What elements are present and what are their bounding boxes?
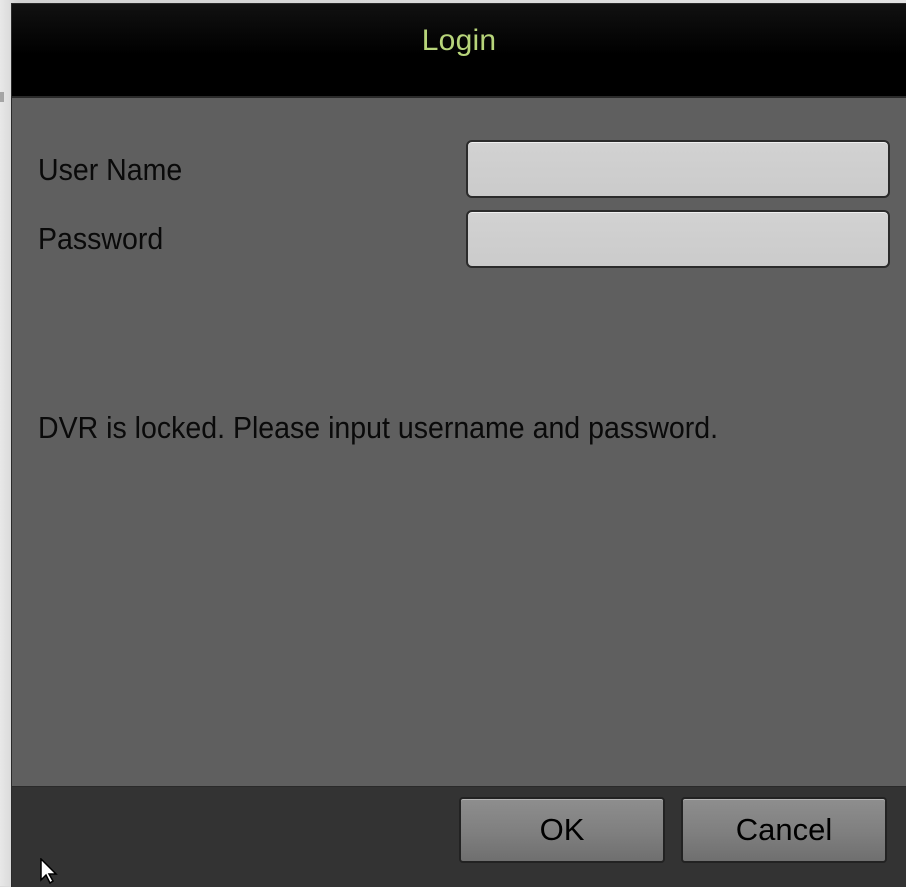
dialog-content: User Name Password DVR is locked. Please… [12, 98, 906, 786]
dialog-title: Login [421, 24, 497, 57]
dialog-titlebar: Login [12, 4, 906, 98]
password-label: Password [38, 221, 164, 256]
login-dialog: Login User Name Password DVR is locked. … [12, 4, 906, 887]
ok-button[interactable]: OK [459, 797, 665, 863]
mouse-pointer-icon [40, 858, 58, 884]
lock-message: DVR is locked. Please input username and… [38, 410, 719, 445]
dialog-footer: OK Cancel [12, 786, 906, 887]
username-label: User Name [38, 152, 183, 187]
password-input[interactable] [466, 210, 890, 268]
username-input[interactable] [466, 140, 890, 198]
screen-edge-mark [0, 92, 4, 102]
cancel-button[interactable]: Cancel [681, 797, 887, 863]
